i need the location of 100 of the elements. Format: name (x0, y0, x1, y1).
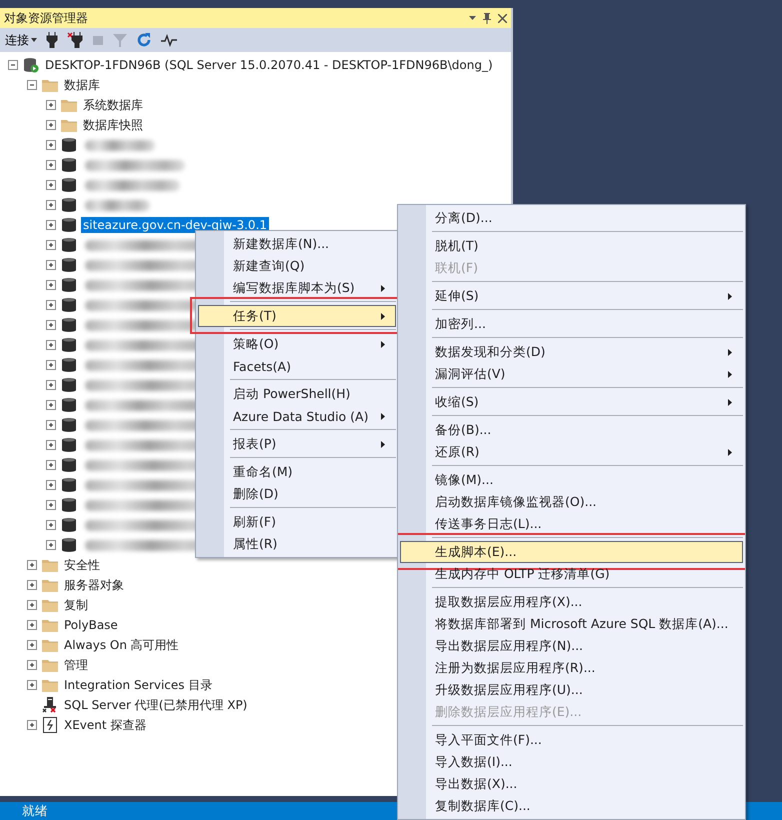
plug-icon[interactable] (46, 32, 58, 48)
expand-icon[interactable] (46, 340, 57, 350)
menu-item[interactable]: 注册为数据层应用程序(R)... (400, 657, 743, 679)
collapse-icon[interactable] (27, 80, 38, 90)
menu-item[interactable]: 升级数据层应用程序(U)... (400, 679, 743, 701)
expand-icon[interactable] (46, 360, 57, 370)
menu-item[interactable]: 报表(P) (198, 433, 396, 455)
expand-icon[interactable] (46, 120, 57, 130)
connect-button[interactable]: 连接 (5, 32, 37, 48)
refresh-icon[interactable] (136, 32, 152, 48)
menu-item[interactable]: 删除(D) (198, 483, 396, 505)
tree-item[interactable]: siteazure.gov.cn-dev-qiw-3.0.1 (81, 217, 270, 233)
menu-item[interactable]: 传送事务日志(L)... (400, 513, 743, 535)
tree-item[interactable]: 管理 (62, 656, 90, 674)
menu-item[interactable]: 脱机(T) (400, 235, 743, 257)
expand-icon[interactable] (46, 260, 57, 270)
folder-icon (61, 98, 77, 112)
expand-icon[interactable] (46, 200, 57, 210)
menu-item[interactable]: 漏洞评估(V) (400, 363, 743, 385)
menu-item[interactable]: 策略(O) (198, 333, 396, 355)
menu-item[interactable]: 收缩(S) (400, 391, 743, 413)
menu-item[interactable]: 启动数据库镜像监视器(O)... (400, 491, 743, 513)
pulse-icon[interactable] (161, 32, 177, 48)
expand-icon[interactable] (46, 380, 57, 390)
menu-item[interactable]: 生成脚本(E)... (400, 541, 743, 563)
menu-item[interactable]: 启动 PowerShell(H) (198, 383, 396, 405)
database-icon (62, 317, 76, 333)
menu-item[interactable]: 导入平面文件(F)... (400, 729, 743, 751)
submenu-arrow-icon (381, 312, 385, 320)
expand-icon[interactable] (27, 620, 38, 630)
tree-item[interactable]: SQL Server 代理(已禁用代理 XP) (62, 696, 250, 714)
expand-icon[interactable] (46, 280, 57, 290)
expand-icon[interactable] (46, 100, 57, 110)
menu-item[interactable]: 延伸(S) (400, 285, 743, 307)
collapse-icon[interactable] (8, 60, 19, 70)
expand-icon[interactable] (46, 440, 57, 450)
menu-item[interactable]: 重命名(M) (198, 461, 396, 483)
expand-icon[interactable] (46, 480, 57, 490)
expand-icon[interactable] (27, 580, 38, 590)
unplug-icon[interactable] (67, 32, 83, 48)
tree-item[interactable]: Integration Services 目录 (62, 676, 214, 694)
menu-item[interactable]: Azure Data Studio (A) (198, 405, 396, 427)
tree-item[interactable]: 安全性 (62, 556, 102, 574)
expand-icon[interactable] (46, 300, 57, 310)
expand-icon[interactable] (27, 640, 38, 650)
expand-icon[interactable] (27, 560, 38, 570)
expand-icon[interactable] (46, 220, 57, 230)
menu-item[interactable]: 导入数据(I)... (400, 751, 743, 773)
expand-icon[interactable] (46, 420, 57, 430)
menu-item[interactable]: Facets(A) (198, 355, 396, 377)
tree-item[interactable]: 服务器对象 (62, 576, 126, 594)
menu-item[interactable]: 分离(D)... (400, 207, 743, 229)
profiler-icon (43, 717, 57, 733)
expand-icon[interactable] (46, 140, 57, 150)
tree-item[interactable]: Always On 高可用性 (62, 636, 181, 654)
menu-item[interactable]: 新建查询(Q) (198, 255, 396, 277)
menu-item[interactable]: 编写数据库脚本为(S) (198, 277, 396, 299)
expand-icon[interactable] (46, 240, 57, 250)
menu-item[interactable]: 生成内存中 OLTP 迁移清单(G) (400, 563, 743, 585)
menu-item[interactable]: 导出数据层应用程序(N)... (400, 635, 743, 657)
menu-item[interactable]: 属性(R) (198, 533, 396, 555)
expand-icon[interactable] (27, 680, 38, 690)
tree-item[interactable]: 数据库 (62, 76, 102, 94)
menu-item[interactable]: 刷新(F) (198, 511, 396, 533)
expand-icon[interactable] (46, 500, 57, 510)
expand-icon[interactable] (46, 520, 57, 530)
close-icon[interactable] (498, 14, 507, 22)
expand-icon[interactable] (27, 660, 38, 670)
submenu-arrow-icon (728, 292, 732, 300)
expand-icon[interactable] (46, 540, 57, 550)
tree-item[interactable]: 系统数据库 (81, 96, 145, 114)
expand-icon[interactable] (27, 720, 38, 730)
menu-item[interactable]: 镜像(M)... (400, 469, 743, 491)
menu-item[interactable]: 数据发现和分类(D) (400, 341, 743, 363)
dropdown-icon[interactable] (469, 16, 476, 20)
expand-icon[interactable] (46, 180, 57, 190)
tree-item[interactable]: PolyBase (62, 617, 120, 633)
menu-item[interactable]: 复制数据库(C)... (400, 795, 743, 817)
database-icon (62, 417, 76, 433)
menu-item[interactable]: 还原(R) (400, 441, 743, 463)
expand-icon[interactable] (27, 600, 38, 610)
menu-item[interactable]: 新建数据库(N)... (198, 233, 396, 255)
menu-item[interactable]: 将数据库部署到 Microsoft Azure SQL 数据库(A)... (400, 613, 743, 635)
menu-item[interactable]: 导出数据(X)... (400, 773, 743, 795)
tree-item[interactable]: XEvent 探查器 (62, 716, 148, 734)
menu-item[interactable]: 提取数据层应用程序(X)... (400, 591, 743, 613)
caret-icon (31, 38, 37, 42)
pin-icon[interactable] (483, 12, 491, 24)
expand-icon[interactable] (46, 460, 57, 470)
menu-item[interactable]: 任务(T) (198, 305, 396, 327)
submenu-arrow-icon (728, 348, 732, 356)
tree-item[interactable]: 数据库快照 (81, 116, 145, 134)
tree-item[interactable]: DESKTOP-1FDN96B (SQL Server 15.0.2070.41 - DESKTOP-1FDN96B\dong_) (43, 57, 495, 73)
menu-item[interactable]: 加密列... (400, 313, 743, 335)
server-icon (23, 57, 39, 73)
menu-item[interactable]: 备份(B)... (400, 419, 743, 441)
expand-icon[interactable] (46, 320, 57, 330)
expand-icon[interactable] (46, 160, 57, 170)
tree-item[interactable]: 复制 (62, 596, 90, 614)
expand-icon[interactable] (46, 400, 57, 410)
